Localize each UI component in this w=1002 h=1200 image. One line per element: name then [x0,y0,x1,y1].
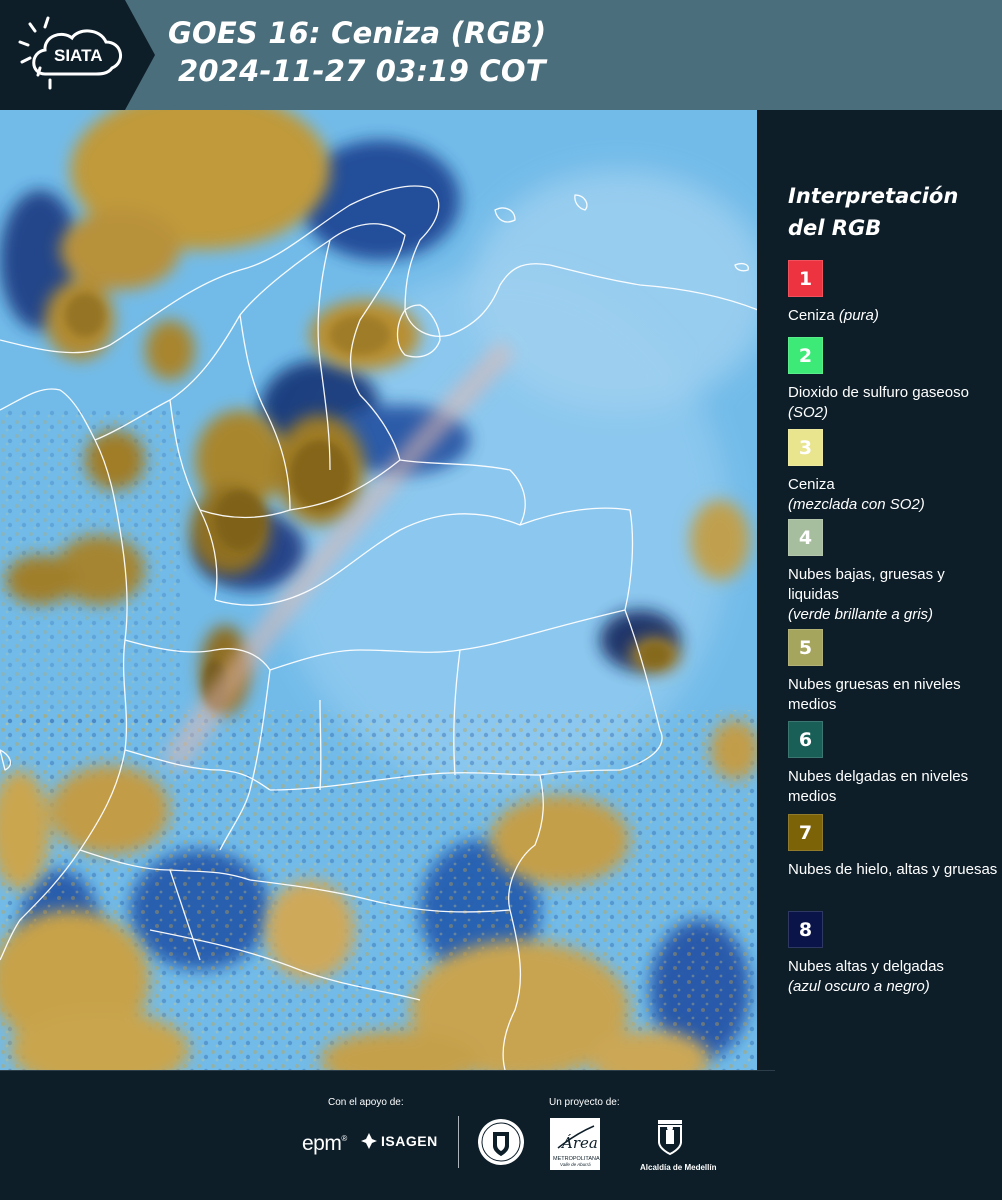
legend-label: Ceniza (pura) [788,307,879,324]
legend-number: 7 [798,821,813,844]
satellite-image [0,110,758,1070]
legend-number: 8 [798,918,813,941]
legend-number: 6 [798,728,813,751]
legend-item-6: 6 Nubes delgadas en niveles medios [788,721,998,807]
legend-item-1: 1 Ceniza (pura) [788,260,998,326]
legend-item-4: 4 Nubes bajas, gruesas y liquidas (verde … [788,519,998,625]
footer-divider-line [0,1070,775,1071]
legend-swatch: 5 [788,629,823,666]
legend-title: Interpretación del RGB [788,180,958,244]
legend-title-line2: del RGB [788,216,882,240]
legend-number: 3 [798,436,813,459]
medellin-shield-icon [658,1120,682,1156]
support-label: Con el apoyo de: [328,1097,404,1108]
legend-label: Nubes gruesas en niveles medios [788,676,961,713]
siata-logo: SIATA [0,0,155,110]
header-bar: SIATA GOES 16: Ceniza (RGB) 2024-11-27 0… [0,0,1002,110]
satellite-map[interactable] [0,110,758,1070]
legend-swatch: 6 [788,721,823,758]
isagen-logo[interactable]: ISAGEN [360,1132,438,1150]
footer-divider [458,1116,459,1168]
legend-item-3: 3 Ceniza (mezclada con SO2) [788,429,998,515]
antioquia-seal-logo[interactable] [477,1118,525,1171]
isagen-logo-text: ISAGEN [381,1133,438,1149]
legend-number: 5 [798,636,813,659]
legend-swatch: 4 [788,519,823,556]
legend-label: Nubes delgadas en niveles medios [788,768,969,805]
footer: Con el apoyo de: Un proyecto de: epm® IS… [0,1070,1002,1200]
epm-registered-mark: ® [341,1134,347,1143]
alcaldia-label: Alcaldía de Medellín [640,1163,717,1172]
area-metropolitana-logo[interactable]: Área METROPOLITANA Valle de Aburrá [550,1118,600,1170]
timestamp: 2024-11-27 03:19 COT [178,54,546,88]
legend-number: 1 [798,267,813,290]
legend-item-2: 2 Dioxido de sulfuro gaseoso (SO2) [788,337,998,423]
legend-label: Ceniza (mezclada con SO2) [788,476,925,513]
legend-swatch: 8 [788,911,823,948]
legend-label: Nubes bajas, gruesas y liquidas (verde br… [788,566,945,623]
isagen-icon [361,1133,377,1149]
project-label: Un proyecto de: [549,1097,620,1108]
legend-item-8: 8 Nubes altas y delgadas (azul oscuro a n… [788,911,998,997]
legend-item-5: 5 Nubes gruesas en niveles medios [788,629,998,715]
area-logo-subtitle2: Valle de Aburrá [560,1162,591,1167]
epm-logo-text: epm [302,1132,342,1155]
title-block: GOES 16: Ceniza (RGB) 2024-11-27 03:19 C… [168,14,546,90]
legend-swatch: 7 [788,814,823,851]
area-logo-text: Área [560,1134,598,1152]
legend-item-7: 7 Nubes de hielo, altas y gruesas [788,814,998,880]
legend-panel: Interpretación del RGB 1 Ceniza (pura) 2… [760,110,1002,1070]
seal-icon [478,1119,524,1165]
siata-logo-text: SIATA [54,46,102,65]
area-metropolitana-icon: Área METROPOLITANA Valle de Aburrá [553,1125,600,1167]
legend-swatch: 3 [788,429,823,466]
legend-swatch: 1 [788,260,823,297]
legend-label: Nubes de hielo, altas y gruesas [788,861,998,878]
page-title: GOES 16: Ceniza (RGB) [168,16,547,50]
epm-logo[interactable]: epm® [302,1132,347,1156]
legend-swatch: 2 [788,337,823,374]
legend-number: 2 [798,344,813,367]
legend-number: 4 [798,526,813,549]
legend-label: Dioxido de sulfuro gaseoso (SO2) [788,384,969,421]
legend-label: Nubes altas y delgadas (azul oscuro a neg… [788,958,944,995]
legend-title-line1: Interpretación [788,184,959,208]
alcaldia-medellin-logo[interactable]: Alcaldía de Medellín [640,1118,717,1172]
